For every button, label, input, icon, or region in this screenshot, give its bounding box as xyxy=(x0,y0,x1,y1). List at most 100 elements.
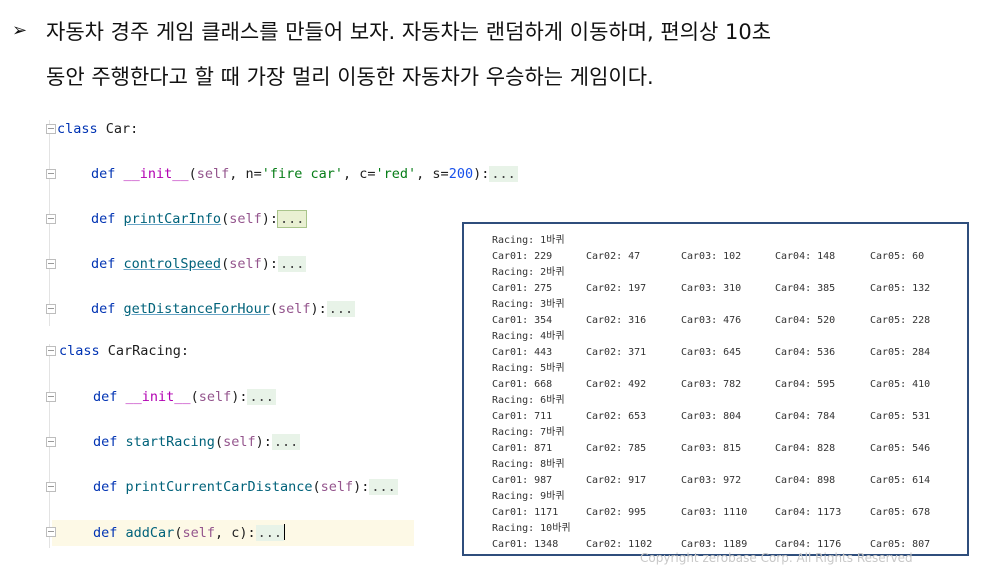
keyword: def xyxy=(93,434,118,450)
self-param: self xyxy=(198,389,232,405)
fold-toggle-icon[interactable] xyxy=(46,124,56,134)
racing-round-label: Racing: 4바퀴 xyxy=(492,331,565,342)
car-distance: Car03: 972 xyxy=(681,475,742,486)
code-line-car-init[interactable]: def __init__(self, c=, n='fire car', c='… xyxy=(91,166,518,182)
punctuation: ( xyxy=(312,479,321,495)
folded-body[interactable]: ... xyxy=(276,210,308,228)
car-distance: Car02: 492 xyxy=(586,379,647,390)
fold-toggle-icon[interactable] xyxy=(46,437,56,447)
car-distance: Car02: 785 xyxy=(586,443,647,454)
code-editor[interactable]: class Car: def __init__(self, c=, n='fir… xyxy=(46,118,518,548)
code-line-control-speed[interactable]: def controlSpeed(self):... xyxy=(91,256,307,272)
keyword: def xyxy=(91,211,116,227)
fold-toggle-icon[interactable] xyxy=(46,392,56,402)
punctuation: ( xyxy=(214,434,224,450)
function-name: __init__ xyxy=(125,389,191,405)
self-param: self xyxy=(223,434,256,450)
code-line-add-car[interactable]: def addCar(self, c):... xyxy=(93,524,286,541)
code-line-racing-init[interactable]: def __init__(self):... xyxy=(93,389,276,405)
racing-round-label: Racing: 9바퀴 xyxy=(492,491,565,502)
punctuation: , s= xyxy=(416,166,449,182)
car-distance: Car01: 711 xyxy=(492,411,553,422)
fold-toggle-icon[interactable] xyxy=(46,304,56,314)
car-distance: Car02: 371 xyxy=(586,347,647,358)
folded-body[interactable]: ... xyxy=(369,479,398,495)
keyword: class xyxy=(59,343,100,359)
folded-body[interactable]: ... xyxy=(326,301,356,317)
punctuation: ): xyxy=(255,434,272,450)
car-distance-row: Car01: 275 Car02: 197 Car03: 310 Car04: 385… xyxy=(492,281,961,297)
keyword: def xyxy=(93,479,118,495)
function-name: printCurrentCarDistance xyxy=(125,479,313,495)
punctuation: ): xyxy=(239,525,256,541)
fold-toggle-icon[interactable] xyxy=(46,346,56,356)
intro-line-1: 자동차 경주 게임 클래스를 만들어 보자. 자동차는 랜덤하게 이동하며, 편… xyxy=(46,20,772,44)
punctuation: ( xyxy=(190,389,199,405)
punctuation: ): xyxy=(353,479,370,495)
folded-body[interactable]: ... xyxy=(489,166,518,182)
punctuation: ): xyxy=(261,256,278,272)
self-param: self xyxy=(320,479,354,495)
string-literal: 'fire car' xyxy=(261,166,344,182)
self-param: self xyxy=(229,256,262,272)
car-distance-row: Car01: 987 Car02: 917 Car03: 972 Car04: 898… xyxy=(492,473,961,489)
keyword: def xyxy=(91,166,116,182)
copyright-watermark: Copyright zerobase Corp. All Rights Rese… xyxy=(640,551,913,565)
code-line-print-car-info[interactable]: def printCarInfo(self):... xyxy=(91,210,308,228)
function-name: __init__ xyxy=(123,166,189,182)
car-distance: Car02: 197 xyxy=(586,283,647,294)
car-distance: Car03: 1110 xyxy=(681,507,748,518)
racing-round-label: Racing: 10바퀴 xyxy=(492,523,571,534)
self-param: self xyxy=(182,525,215,541)
intro-line-2: 동안 주행한다고 할 때 가장 멀리 이동한 자동차가 우승하는 게임이다. xyxy=(46,65,654,89)
code-line-class-car[interactable]: class Car: xyxy=(57,121,138,137)
car-distance: Car04: 385 xyxy=(775,283,836,294)
fold-toggle-icon[interactable] xyxy=(46,169,56,179)
folded-body[interactable]: ... xyxy=(247,389,276,405)
folded-body[interactable]: ... xyxy=(278,256,307,272)
function-name: addCar xyxy=(125,525,175,541)
punctuation: ): xyxy=(473,166,490,182)
fold-toggle-icon[interactable] xyxy=(46,214,56,224)
car-distance: Car03: 476 xyxy=(681,315,742,326)
car-distance: Car02: 316 xyxy=(586,315,647,326)
function-name: startRacing xyxy=(125,434,215,450)
string-literal: 'red' xyxy=(375,166,417,182)
car-distance: Car01: 1171 xyxy=(492,507,559,518)
self-param: self xyxy=(196,166,230,182)
car-distance: Car04: 1173 xyxy=(775,507,842,518)
code-line-print-distance[interactable]: def printCurrentCarDistance(self):... xyxy=(93,479,398,495)
car-distance-row: Car01: 443 Car02: 371 Car03: 645 Car04: 536… xyxy=(492,345,961,361)
car-distance: Car05: 531 xyxy=(870,411,931,422)
car-distance: Car02: 917 xyxy=(586,475,647,486)
fold-toggle-icon[interactable] xyxy=(46,482,56,492)
car-distance: Car01: 1348 xyxy=(492,539,559,550)
car-distance: Car05: 678 xyxy=(870,507,931,518)
car-distance-row: Car01: 668 Car02: 492 Car03: 782 Car04: 595… xyxy=(492,377,961,393)
code-line-get-distance[interactable]: def getDistanceForHour(self):... xyxy=(91,301,356,317)
folded-body[interactable]: ... xyxy=(271,434,301,450)
racing-round-label: Racing: 2바퀴 xyxy=(492,267,565,278)
racing-round-label: Racing: 1바퀴 xyxy=(492,235,565,246)
car-distance: Car05: 284 xyxy=(870,347,931,358)
car-distance: Car04: 784 xyxy=(775,411,836,422)
racing-round-label: Racing: 7바퀴 xyxy=(492,427,565,438)
self-param: self xyxy=(277,301,311,317)
function-name: printCarInfo xyxy=(123,211,222,227)
console-output-panel: Racing: 1바퀴 Car01: 229 Car02: 47 Car03: 102… xyxy=(462,222,969,556)
punctuation: ): xyxy=(310,301,327,317)
function-name: controlSpeed xyxy=(123,256,222,272)
punctuation: ( xyxy=(221,256,230,272)
keyword: def xyxy=(93,525,118,541)
car-distance-row: Car01: 1171 Car02: 995 Car03: 1110 Car04: 1… xyxy=(492,505,961,521)
self-param: self xyxy=(229,211,262,227)
code-line-start-racing[interactable]: def startRacing(self):... xyxy=(93,434,301,450)
fold-toggle-icon[interactable] xyxy=(46,527,56,537)
fold-toggle-icon[interactable] xyxy=(46,259,56,269)
car-distance: Car01: 987 xyxy=(492,475,553,486)
code-line-class-carracing[interactable]: class CarRacing: xyxy=(59,343,189,359)
car-distance: Car05: 546 xyxy=(870,443,931,454)
folded-body[interactable]: ... xyxy=(255,525,285,541)
car-distance: Car01: 443 xyxy=(492,347,553,358)
keyword: def xyxy=(93,389,118,405)
